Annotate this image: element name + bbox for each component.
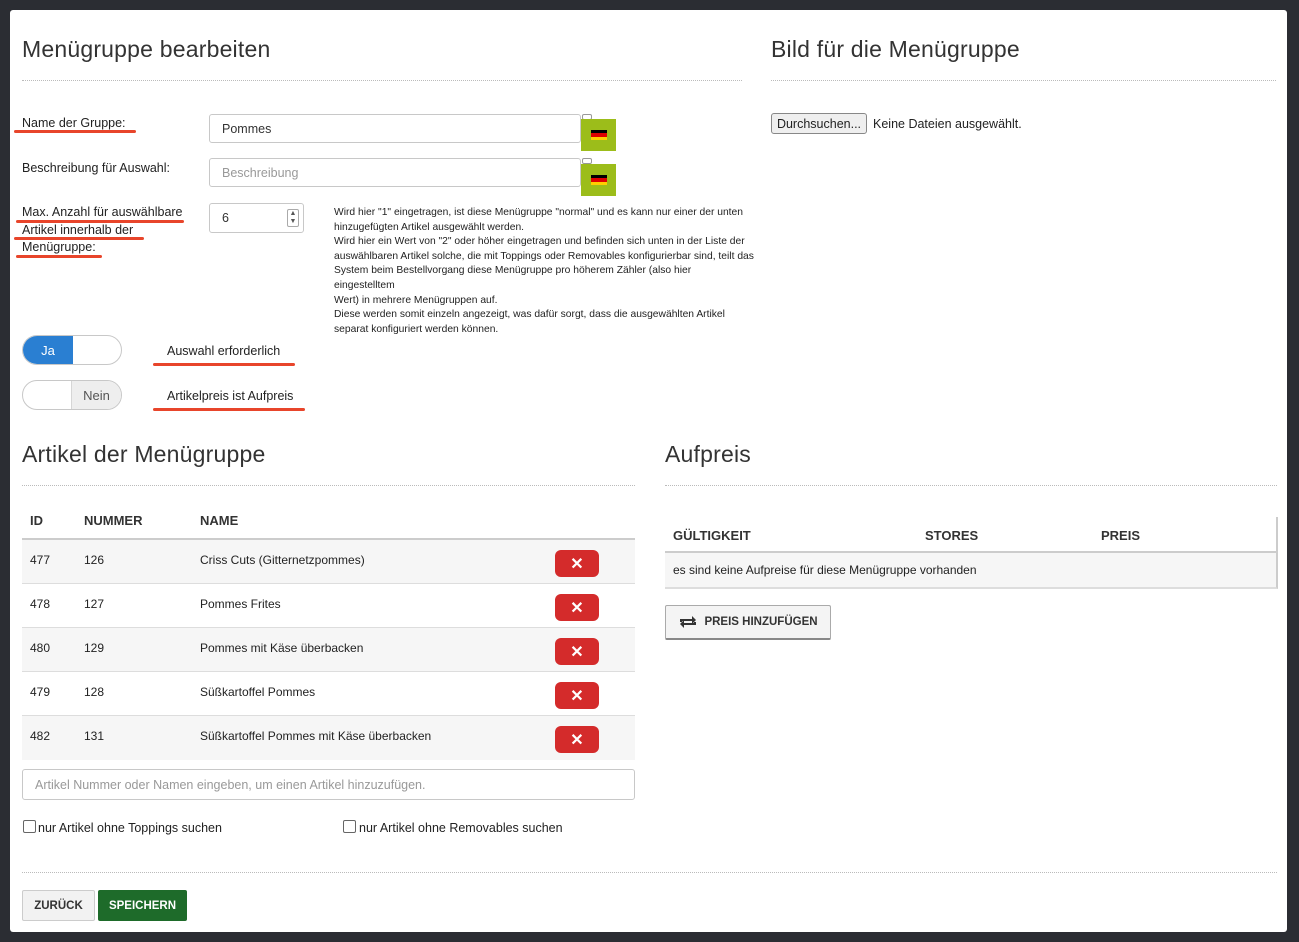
save-button[interactable]: SPEICHERN xyxy=(98,890,187,921)
surcharge-title: Aufpreis xyxy=(665,441,751,467)
cell-name: Pommes mit Käse überbacken xyxy=(200,641,364,655)
col-header-name: NAME xyxy=(200,513,239,528)
filter-toppings-label: nur Artikel ohne Toppings suchen xyxy=(38,821,222,835)
close-icon: ✕ xyxy=(570,555,584,573)
description-label: Beschreibung für Auswahl: xyxy=(22,161,171,175)
max-count-value: 6 xyxy=(222,211,229,225)
divider xyxy=(22,80,742,81)
annotation-underline xyxy=(14,130,136,133)
flag-de-icon xyxy=(590,175,607,185)
cell-name: Süßkartoffel Pommes mit Käse überbacken xyxy=(200,729,432,743)
cell-id: 482 xyxy=(30,729,51,743)
surcharge-label: Artikelpreis ist Aufpreis xyxy=(167,389,294,403)
articles-title: Artikel der Menügruppe xyxy=(22,441,266,467)
cell-id: 478 xyxy=(30,597,51,611)
table-row: 477 126 Criss Cuts (Gitternetzpommes) ✕ xyxy=(22,540,635,584)
table-row: 482 131 Süßkartoffel Pommes mit Käse übe… xyxy=(22,716,635,760)
divider xyxy=(665,485,1277,486)
browse-button[interactable]: Durchsuchen... xyxy=(771,113,867,134)
col-header-id: ID xyxy=(30,513,43,528)
close-icon: ✕ xyxy=(570,643,584,661)
surcharge-table: GÜLTIGKEIT STORES PREIS es sind keine Au… xyxy=(665,517,1278,589)
delete-row-button[interactable]: ✕ xyxy=(555,594,599,621)
max-count-stepper[interactable]: 6 ▲ ▼ xyxy=(209,203,304,233)
filter-removables-checkbox[interactable] xyxy=(343,820,356,833)
refresh-icon xyxy=(678,615,698,629)
delete-row-button[interactable]: ✕ xyxy=(555,726,599,753)
required-label: Auswahl erforderlich xyxy=(167,344,281,358)
description-input[interactable] xyxy=(209,158,581,187)
cell-id: 477 xyxy=(30,553,51,567)
max-count-label-line3: Menügruppe: xyxy=(22,240,96,254)
language-flag-button[interactable] xyxy=(581,164,616,196)
annotation-underline xyxy=(153,408,305,411)
divider xyxy=(22,872,1277,873)
cell-number: 128 xyxy=(84,685,105,699)
col-header-number: NUMMER xyxy=(84,513,143,528)
close-icon: ✕ xyxy=(570,599,584,617)
cell-name: Criss Cuts (Gitternetzpommes) xyxy=(200,553,365,567)
language-flag-button[interactable] xyxy=(581,119,616,151)
cell-id: 480 xyxy=(30,641,51,655)
filter-removables-label: nur Artikel ohne Removables suchen xyxy=(359,821,563,835)
col-header-stores: STORES xyxy=(925,528,979,543)
add-price-button[interactable]: PREIS HINZUFÜGEN xyxy=(665,605,831,640)
filter-toppings-checkbox[interactable] xyxy=(23,820,36,833)
close-icon: ✕ xyxy=(570,687,584,705)
cell-number: 126 xyxy=(84,553,105,567)
close-icon: ✕ xyxy=(570,731,584,749)
required-toggle[interactable]: Ja xyxy=(22,335,122,365)
annotation-underline xyxy=(153,363,295,366)
toggle-off-state: Nein xyxy=(71,381,121,409)
flag-de-icon xyxy=(590,130,607,140)
table-row: 480 129 Pommes mit Käse überbacken ✕ xyxy=(22,628,635,672)
col-header-validity: GÜLTIGKEIT xyxy=(673,528,751,543)
edit-panel: Menügruppe bearbeiten Name der Gruppe: B… xyxy=(10,10,1287,932)
delete-row-button[interactable]: ✕ xyxy=(555,550,599,577)
divider xyxy=(771,80,1276,81)
delete-row-button[interactable]: ✕ xyxy=(555,638,599,665)
back-button[interactable]: ZURÜCK xyxy=(22,890,95,921)
empty-row: es sind keine Aufpreise für diese Menügr… xyxy=(665,553,1276,587)
cell-id: 479 xyxy=(30,685,51,699)
stepper-arrows-icon[interactable]: ▲ ▼ xyxy=(287,209,299,227)
article-search-input[interactable] xyxy=(22,769,635,800)
cell-number: 127 xyxy=(84,597,105,611)
cell-number: 131 xyxy=(84,729,105,743)
image-title: Bild für die Menügruppe xyxy=(771,36,1020,62)
table-row: 478 127 Pommes Frites ✕ xyxy=(22,584,635,628)
max-count-help-text: Wird hier "1" eingetragen, ist diese Men… xyxy=(334,207,754,335)
table-row: 479 128 Süßkartoffel Pommes ✕ xyxy=(22,672,635,716)
delete-row-button[interactable]: ✕ xyxy=(555,682,599,709)
cell-name: Pommes Frites xyxy=(200,597,281,611)
surcharge-toggle[interactable]: Nein xyxy=(22,380,122,410)
cell-number: 129 xyxy=(84,641,105,655)
divider xyxy=(22,485,635,486)
toggle-on-state: Ja xyxy=(23,336,73,364)
group-name-input[interactable] xyxy=(209,114,581,143)
col-header-price: PREIS xyxy=(1101,528,1141,543)
no-file-text: Keine Dateien ausgewählt. xyxy=(873,117,1022,131)
annotation-underline xyxy=(16,255,102,258)
edit-title: Menügruppe bearbeiten xyxy=(22,36,271,62)
max-count-label-line1: Max. Anzahl für auswählbare xyxy=(22,205,183,219)
cell-name: Süßkartoffel Pommes xyxy=(200,685,316,699)
